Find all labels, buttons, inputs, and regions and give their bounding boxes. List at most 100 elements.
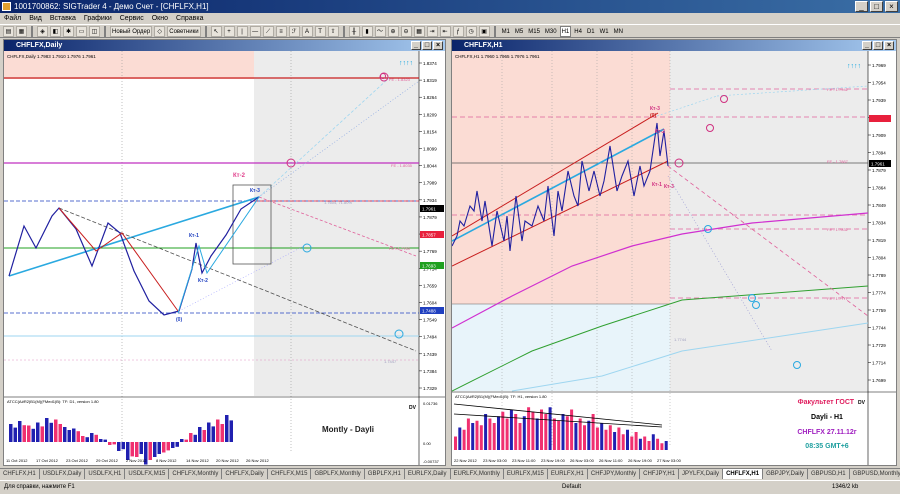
line-chart-icon[interactable]: 〜 [374, 25, 386, 37]
arrows-icon[interactable]: ⇧ [327, 25, 339, 37]
chart-tab[interactable]: GBPLFX,H1 [365, 469, 405, 479]
fe-label: 1.7447 [384, 359, 397, 364]
label-icon[interactable]: T [314, 25, 326, 37]
chart-title-text: CHFLFX,Daily [16, 42, 63, 49]
editor-icon[interactable]: ◇ [154, 25, 166, 37]
chart-tab[interactable]: CHFLFX,H1 [0, 469, 40, 479]
terminal-icon[interactable]: ▭ [76, 25, 87, 37]
chart-minimize-button[interactable]: _ [862, 41, 872, 50]
trendline-icon[interactable]: ⟋ [262, 25, 274, 37]
crosshair-icon[interactable]: + [223, 25, 235, 37]
osc-level-label: 0.01736 [423, 401, 438, 406]
maximize-button[interactable]: □ [870, 1, 883, 12]
timeframe-button-mn[interactable]: MN [612, 26, 625, 37]
chart-tab[interactable]: EURLFX,Daily [405, 469, 451, 479]
templates-icon[interactable]: ▣ [478, 25, 490, 37]
toolbar-separator [104, 25, 106, 37]
tester-icon[interactable]: ◫ [89, 25, 100, 37]
periods-icon[interactable]: ◷ [465, 25, 477, 37]
horizontal-line-icon[interactable]: — [249, 25, 261, 37]
timeframe-button-h4[interactable]: H4 [572, 26, 584, 37]
chart-tab[interactable]: CHFLFX,M15 [268, 469, 312, 479]
chart-tab[interactable]: CHFLFX,H1 [723, 469, 764, 479]
timeframe-button-m15[interactable]: M15 [526, 26, 542, 37]
oscillator-bar [643, 436, 647, 450]
oscillator-bar [108, 442, 112, 445]
chart-tab[interactable]: CHFLFX,Monthly [169, 469, 223, 479]
chart-tab[interactable]: EURLFX,Monthly [451, 469, 504, 479]
candle-chart-icon[interactable]: ▮ [361, 25, 373, 37]
oscillator-bar [454, 436, 457, 450]
chart-tab[interactable]: CHFJPY,H1 [640, 469, 680, 479]
text-icon[interactable]: A [301, 25, 313, 37]
chart-tab[interactable]: USDLFX,Daily [40, 469, 86, 479]
h1-chart-canvas[interactable]: 1.79691.79541.79391.79241.79091.78941.78… [452, 51, 896, 465]
menu-item[interactable]: Графики [84, 13, 112, 24]
zoom-out-icon[interactable]: ⊖ [400, 25, 412, 37]
zoom-in-icon[interactable]: ⊕ [387, 25, 399, 37]
close-button[interactable]: × [885, 1, 898, 12]
tile-windows-icon[interactable]: ▦ [413, 25, 425, 37]
market-watch-icon[interactable]: ◈ [37, 25, 48, 37]
price-label: 1.7699 [872, 378, 886, 383]
chart-tab[interactable]: JPYLFX,Daily [679, 469, 724, 479]
chart-shift-icon[interactable]: ⇤ [439, 25, 451, 37]
fibonacci-icon[interactable]: ℱ [288, 25, 300, 37]
menu-item[interactable]: Справка [176, 13, 203, 24]
minimize-button[interactable]: _ [855, 1, 868, 12]
chart-maximize-button[interactable]: □ [422, 41, 432, 50]
data-window-icon[interactable]: ◧ [50, 25, 61, 37]
chart-close-button[interactable]: × [884, 41, 894, 50]
timeframe-button-h1[interactable]: H1 [559, 25, 572, 37]
chart-tab[interactable]: EURLFX,M15 [504, 469, 548, 479]
chart-window-daily[interactable]: CHFLFX,Daily _ □ × 1.8374 1.8319 1.8264 1.820… [3, 39, 446, 466]
menu-item[interactable]: Вставка [50, 13, 76, 24]
channel-icon[interactable]: ≡ [275, 25, 287, 37]
chart-tab[interactable]: GBPUSD,H1 [808, 469, 850, 479]
vertical-line-icon[interactable]: | [236, 25, 248, 37]
chart-window-title: CHFLFX,Daily _ □ × [4, 40, 445, 51]
chart-tab[interactable]: USDLFX,M15 [125, 469, 170, 479]
chart-tab[interactable]: CHFJPY,Monthly [588, 469, 641, 479]
timeframe-button-d1[interactable]: D1 [585, 26, 597, 37]
chart-close-button[interactable]: × [433, 41, 443, 50]
indicators-icon[interactable]: ƒ [452, 25, 464, 37]
cursor-icon[interactable]: ↖ [210, 25, 222, 37]
new-chart-icon[interactable]: ▤ [3, 25, 14, 37]
advisors-button[interactable]: Советники [167, 25, 201, 37]
oscillator-bar [638, 438, 642, 450]
autoscroll-icon[interactable]: ⇥ [426, 25, 438, 37]
menu-item[interactable]: Файл [4, 13, 21, 24]
daily-chart-canvas[interactable]: 1.8374 1.8319 1.8264 1.8209 1.8154 1.8099 1.80… [4, 51, 445, 465]
chart-tabs: CHFLFX,H1 USDLFX,Daily USDLFX,H1 USDLFX,M15… [0, 468, 900, 479]
new-order-button[interactable]: Новый Ордер [110, 25, 153, 37]
chart-tab[interactable]: USDLFX,H1 [85, 469, 126, 479]
menu-item[interactable]: Сервис [120, 13, 144, 24]
chart-tab[interactable]: GBPUSD,Monthly [850, 469, 900, 479]
chart-tab[interactable]: EURLFX,H1 [548, 469, 588, 479]
navigator-icon[interactable]: ✱ [63, 25, 74, 37]
timeframe-button-m1[interactable]: M1 [500, 26, 512, 37]
timeframe-button-m30[interactable]: M30 [543, 26, 559, 37]
oscillator-bar [613, 432, 617, 450]
time-label: 20 Nov 2012 [216, 458, 239, 463]
chart-tab[interactable]: GBPLFX,Monthly [311, 469, 365, 479]
chart-minimize-button[interactable]: _ [411, 41, 421, 50]
timeframe-button-m5[interactable]: M5 [513, 26, 525, 37]
price-label: 1.7804 [872, 256, 886, 261]
chart-tab[interactable]: CHFLFX,Daily [222, 469, 268, 479]
profiles-icon[interactable]: ▦ [16, 25, 27, 37]
target-arrows: ↑↑↑↑ [399, 60, 413, 67]
timeframe-button-w1[interactable]: W1 [598, 26, 611, 37]
time-label: 2 Nov 2012 [126, 458, 147, 463]
menu-item[interactable]: Вид [29, 13, 42, 24]
time-label: 26 Nov 03:00 [570, 458, 595, 463]
chart-window-h1[interactable]: CHFLFX,H1 _□× 1.79691.79541.79391.79241.… [451, 39, 897, 466]
menu-item[interactable]: Окно [152, 13, 168, 24]
wave-label: (0) [176, 317, 182, 323]
chart-maximize-button[interactable]: □ [873, 41, 883, 50]
bar-chart-icon[interactable]: ╫ [348, 25, 360, 37]
oscillator-bar [130, 442, 134, 457]
chart-tab[interactable]: GBPJPY,Daily [763, 469, 808, 479]
price-label: 1.8319 [423, 78, 437, 83]
